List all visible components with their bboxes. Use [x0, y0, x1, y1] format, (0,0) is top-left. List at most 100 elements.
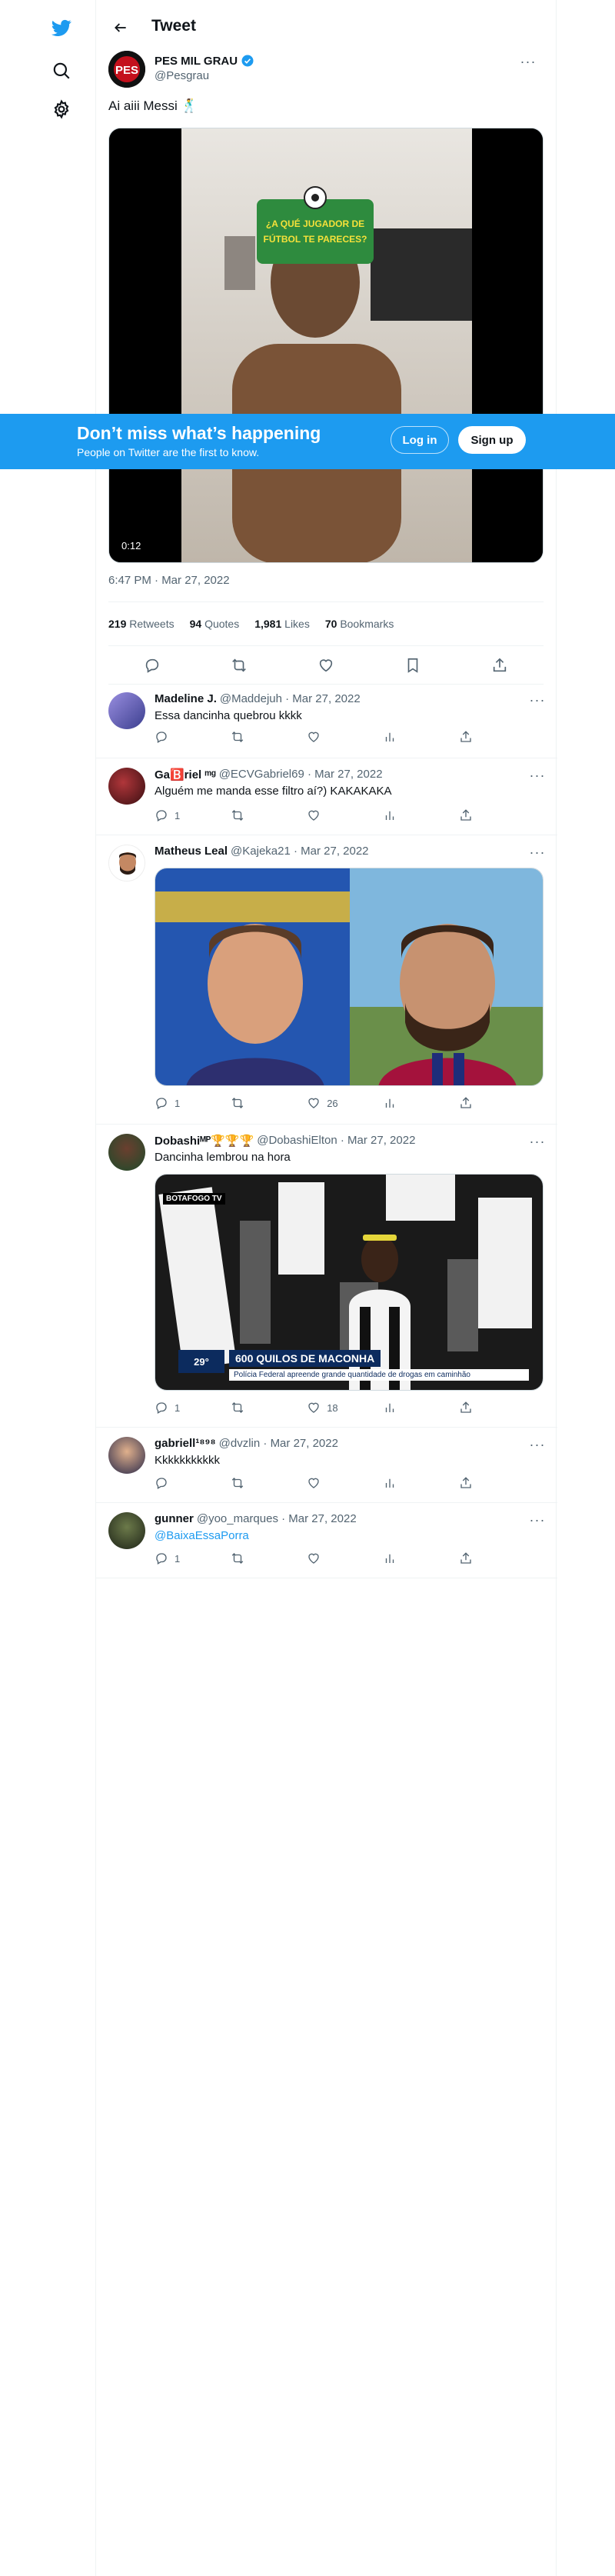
views-icon[interactable] [383, 1551, 459, 1566]
reply-image[interactable]: BOTAFOGO TV 29° 600 QUILOS DE MACONHA Po… [155, 1174, 544, 1391]
reply-tweet[interactable]: Ga🅱️riel ᵐᵍ @ECVGabriel69 · Mar 27, 2022 … [96, 758, 557, 835]
reply-image[interactable] [155, 868, 544, 1086]
reply-text: Alguém me manda esse filtro aí?) KAKAKAK… [155, 785, 392, 798]
avatar[interactable] [108, 768, 145, 805]
tweet-actions [108, 646, 544, 685]
like-icon[interactable]: 26 [307, 1095, 383, 1111]
avatar[interactable] [108, 1437, 145, 1474]
reply-icon[interactable] [144, 657, 161, 674]
reply-actions [155, 729, 485, 745]
reply-actions: 1 [155, 1551, 485, 1566]
reply-author-name[interactable]: Matheus Leal [155, 845, 228, 858]
reply-text: Dancinha lembrou na hora [155, 1151, 291, 1164]
news-subheadline: Polícia Federal apreende grande quantida… [229, 1369, 529, 1381]
reply-actions: 1 18 [155, 1400, 485, 1415]
retweet-icon[interactable] [231, 1095, 307, 1111]
like-icon[interactable] [307, 729, 383, 745]
share-icon[interactable] [459, 729, 485, 745]
likes-stat[interactable]: 1,981 Likes [254, 618, 310, 630]
bookmark-icon[interactable] [404, 657, 421, 674]
reply-icon[interactable] [155, 729, 231, 745]
share-icon[interactable] [459, 808, 485, 823]
reply-icon[interactable] [155, 1475, 231, 1491]
share-icon[interactable] [459, 1400, 485, 1415]
avatar[interactable] [108, 1512, 145, 1549]
retweet-icon[interactable] [231, 1400, 307, 1415]
twitter-logo-icon[interactable] [48, 14, 75, 42]
more-options-icon[interactable]: ··· [527, 1512, 548, 1528]
quotes-stat[interactable]: 94 Quotes [190, 618, 240, 630]
like-icon[interactable] [307, 1551, 383, 1566]
like-icon[interactable] [317, 657, 334, 674]
svg-text:FÚTBOL TE PARECES?: FÚTBOL TE PARECES? [264, 233, 367, 245]
signup-button[interactable]: Sign up [458, 426, 526, 454]
left-rail [0, 0, 95, 2576]
tweet-timestamp[interactable]: 6:47 PM · Mar 27, 2022 [108, 574, 230, 587]
verified-badge-icon [241, 55, 254, 67]
reply-header: gunner @yoo_marques · Mar 27, 2022 [155, 1512, 357, 1525]
like-icon[interactable] [307, 1475, 383, 1491]
views-icon[interactable] [383, 1475, 459, 1491]
more-options-icon[interactable]: ··· [527, 1134, 548, 1149]
reply-author-name[interactable]: Ga🅱️riel ᵐᵍ [155, 768, 216, 781]
reply-tweet[interactable]: gabriell¹⁸⁹⁸ @dvzlin · Mar 27, 2022 ··· K… [96, 1428, 557, 1503]
settings-icon[interactable] [48, 95, 75, 123]
reply-author-name[interactable]: Madeline J. [155, 692, 217, 705]
reply-text: Essa dancinha quebrou kkkk [155, 709, 302, 722]
search-icon[interactable] [48, 57, 75, 85]
share-icon[interactable] [491, 657, 508, 674]
author-name[interactable]: PES MIL GRAU [155, 55, 238, 68]
svg-text:PES: PES [115, 64, 138, 77]
avatar[interactable] [108, 1134, 145, 1171]
share-icon[interactable] [459, 1095, 485, 1111]
more-options-icon[interactable]: ··· [527, 1437, 548, 1452]
bookmarks-stat[interactable]: 70 Bookmarks [325, 618, 394, 630]
avatar[interactable] [108, 845, 145, 881]
reply-icon[interactable]: 1 [155, 808, 231, 823]
reply-meta: @yoo_marques · Mar 27, 2022 [196, 1512, 357, 1525]
retweet-icon[interactable] [231, 808, 307, 823]
author-handle[interactable]: @Pesgrau [155, 69, 209, 82]
share-icon[interactable] [459, 1551, 485, 1566]
views-icon[interactable] [383, 729, 459, 745]
author-name-line: PES MIL GRAU [155, 54, 254, 68]
reply-author-name[interactable]: Dobashiᴹᴾ🏆🏆🏆 [155, 1134, 254, 1148]
reply-header: gabriell¹⁸⁹⁸ @dvzlin · Mar 27, 2022 [155, 1437, 338, 1450]
retweet-icon[interactable] [231, 657, 248, 674]
more-options-icon[interactable]: ··· [527, 845, 548, 860]
reply-tweet[interactable]: Matheus Leal @Kajeka21 · Mar 27, 2022 ···… [96, 835, 557, 1125]
reply-header: Dobashiᴹᴾ🏆🏆🏆 @DobashiElton · Mar 27, 2022 [155, 1134, 415, 1148]
like-icon[interactable] [307, 808, 383, 823]
more-options-icon[interactable]: ··· [517, 54, 539, 69]
reply-mention-link[interactable]: @BaixaEssaPorra [155, 1529, 249, 1542]
back-arrow-icon[interactable] [107, 14, 135, 42]
avatar[interactable] [108, 692, 145, 729]
views-icon[interactable] [383, 808, 459, 823]
reply-icon[interactable]: 1 [155, 1551, 231, 1566]
reply-author-name[interactable]: gunner [155, 1512, 194, 1525]
avatar[interactable]: PES [108, 51, 145, 88]
views-icon[interactable] [383, 1400, 459, 1415]
retweet-icon[interactable] [231, 1475, 307, 1491]
more-options-icon[interactable]: ··· [527, 692, 548, 708]
retweets-stat[interactable]: 219 Retweets [108, 618, 175, 630]
reply-tweet[interactable]: gunner @yoo_marques · Mar 27, 2022 ··· @B… [96, 1503, 557, 1578]
views-icon[interactable] [383, 1095, 459, 1111]
tweet-text: Ai aiii Messi 🕺 [108, 98, 198, 113]
reply-icon[interactable]: 1 [155, 1400, 231, 1415]
reply-tweet[interactable]: Dobashiᴹᴾ🏆🏆🏆 @DobashiElton · Mar 27, 2022… [96, 1125, 557, 1428]
face-comparison-image [155, 868, 543, 1085]
reply-author-name[interactable]: gabriell¹⁸⁹⁸ [155, 1437, 216, 1450]
retweet-icon[interactable] [231, 1551, 307, 1566]
video-player[interactable]: ¿A QUÉ JUGADOR DE FÚTBOL TE PARECES? 0:1… [108, 128, 544, 563]
reply-actions: 1 [155, 808, 485, 823]
tweet-stats: 219 Retweets 94 Quotes 1,981 Likes 70 Bo… [108, 602, 544, 646]
reply-icon[interactable]: 1 [155, 1095, 231, 1111]
share-icon[interactable] [459, 1475, 485, 1491]
more-options-icon[interactable]: ··· [527, 768, 548, 783]
login-button[interactable]: Log in [391, 426, 449, 454]
like-icon[interactable]: 18 [307, 1400, 383, 1415]
retweet-icon[interactable] [231, 729, 307, 745]
reply-header: Matheus Leal @Kajeka21 · Mar 27, 2022 [155, 845, 369, 858]
reply-tweet[interactable]: Madeline J. @Maddejuh · Mar 27, 2022 ··· … [96, 683, 557, 758]
